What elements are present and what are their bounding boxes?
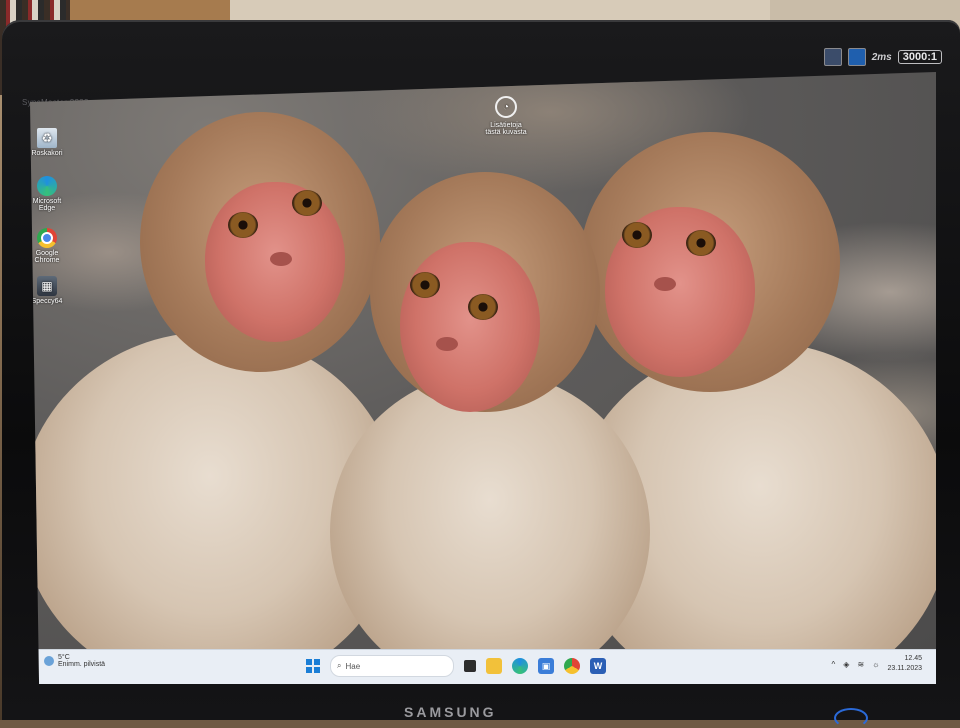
folder-icon[interactable] [486, 658, 502, 674]
monitor-brand-logo: SAMSUNG [404, 704, 497, 720]
recycle-bin-icon: ♻ [37, 128, 57, 148]
wifi-icon[interactable]: ≋ [857, 660, 864, 669]
desktop-icon-label: Google Chrome [34, 250, 60, 264]
taskbar-center: ⌕ Hae ▣ W [306, 655, 606, 677]
desktop-icon-label: Roskakori [31, 150, 63, 157]
clock[interactable]: 12.45 23.11.2023 [887, 654, 922, 674]
taskbar-search[interactable]: ⌕ Hae [330, 655, 454, 677]
network-icon[interactable]: ◈ [843, 660, 849, 669]
response-time-badge: 2ms [871, 51, 892, 63]
store-icon[interactable]: ▣ [538, 658, 554, 674]
learn-about-picture-widget[interactable]: ◔ Lisätietoja tästä kuvasta [476, 96, 536, 136]
desktop-screen: ♻ Roskakori Microsoft Edge Google Chrome… [30, 72, 936, 684]
contrast-badge: 3000:1 [897, 50, 942, 64]
desktop-icon-label: Speccy64 [31, 298, 63, 305]
weather-temperature: 5°C [58, 654, 70, 661]
energy-badge-icon [823, 48, 842, 66]
desktop-icon-edge[interactable]: Microsoft Edge [32, 176, 62, 212]
windows-badge-icon [847, 48, 866, 66]
bezel-badges: 2ms 3000:1 [823, 48, 942, 66]
system-tray: ^ ◈ ≋ ☼ 12.45 23.11.2023 [832, 654, 922, 674]
chrome-icon [37, 228, 57, 248]
edge-icon[interactable] [512, 658, 528, 674]
tray-chevron-icon[interactable]: ^ [832, 660, 836, 669]
desktop-icon-speccy[interactable]: ▦ Speccy64 [32, 276, 62, 305]
edge-icon [37, 176, 57, 196]
search-placeholder: Hae [345, 661, 361, 671]
desktop-icon-label: Microsoft Edge [32, 198, 62, 212]
task-view-icon[interactable] [464, 660, 476, 672]
widget-line-1: Lisätietoja [490, 122, 522, 129]
clock-date: 23.11.2023 [887, 665, 922, 672]
desktop-icon-chrome[interactable]: Google Chrome [32, 228, 62, 264]
taskbar: 5°C Enimm. pilvistä ⌕ Hae ▣ W ^ ◈ ≋ ☼ 12… [36, 649, 936, 684]
start-button[interactable] [306, 659, 320, 673]
word-icon[interactable]: W [590, 658, 606, 674]
weather-widget[interactable]: 5°C Enimm. pilvistä [44, 654, 105, 668]
widget-line-2: tästä kuvasta [485, 129, 527, 136]
camera-icon: ◔ [495, 96, 517, 118]
power-led-icon[interactable] [834, 708, 868, 728]
wallpaper-monkey-middle [330, 172, 650, 684]
weather-condition: Enimm. pilvistä [58, 661, 106, 668]
search-icon: ⌕ [337, 661, 342, 670]
clock-time: 12.45 [904, 655, 922, 662]
chrome-icon[interactable] [564, 658, 580, 674]
notification-icon[interactable]: ☼ [872, 660, 879, 669]
speccy-icon: ▦ [37, 276, 57, 296]
desktop-icon-recycle-bin[interactable]: ♻ Roskakori [31, 128, 63, 157]
weather-icon [44, 656, 54, 666]
